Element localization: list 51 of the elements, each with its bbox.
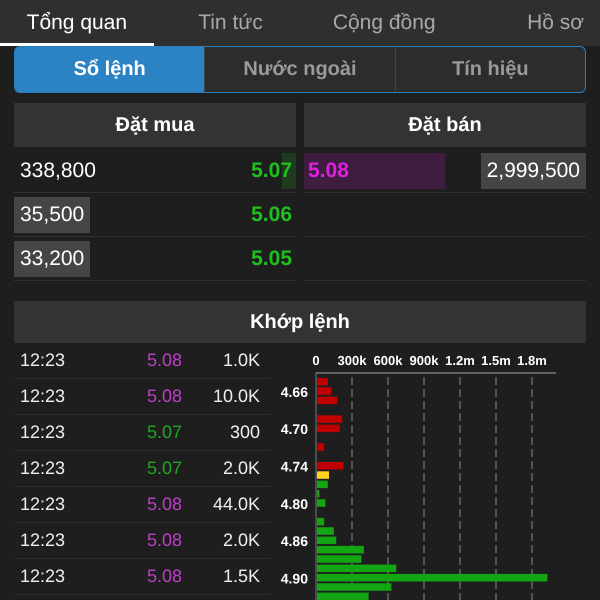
trade-time: 12:23 (20, 350, 66, 371)
axis-tick-label: 4.66 (280, 384, 308, 400)
trade-time: 12:23 (20, 530, 66, 551)
nav-tab[interactable]: Tin tức (154, 2, 308, 46)
trade-price: 5.07 (146, 458, 182, 479)
axis-tick-label: 600k (374, 353, 402, 368)
trade-volume: 300 (230, 422, 260, 443)
buy-header: Đặt mua (14, 103, 296, 147)
axis-tick-label: 300k (338, 353, 366, 368)
axis-tick-label: 4.80 (280, 496, 308, 512)
axis-tick-label: 1.8m (517, 353, 547, 368)
matched-header: Khớp lệnh (14, 301, 586, 343)
bid-volume: 338,800 (19, 158, 97, 184)
trade-time: 12:23 (20, 386, 66, 407)
ask-volume: 2,999,500 (480, 152, 586, 188)
trade-volume: 10.0K (212, 386, 260, 407)
nav-tab[interactable]: Hồ sơ (461, 2, 600, 46)
bid-price: 5.07 (250, 158, 293, 182)
trade-price: 5.07 (146, 422, 182, 443)
trade-price: 5.08 (146, 386, 182, 407)
trade-price: 5.08 (146, 350, 182, 371)
axis-tick-label: 1.2m (445, 353, 475, 368)
bid-volume: 35,500 (14, 196, 90, 232)
axis-tick-label: 0 (312, 353, 320, 368)
axis-tick-label: 4.90 (280, 570, 308, 586)
trade-volume: 1.0K (222, 350, 260, 371)
trade-volume: 44.0K (212, 494, 260, 515)
axis-tick-label: 4.70 (280, 421, 308, 438)
trade-time: 12:23 (20, 494, 66, 515)
trade-volume: 1.5K (222, 566, 260, 587)
bid-volume: 33,200 (14, 240, 90, 276)
segment-tab[interactable]: Tín hiệu (394, 47, 585, 92)
trade-price: 5.08 (146, 530, 182, 551)
trade-price: 5.08 (146, 566, 182, 587)
bid-price: 5.05 (250, 246, 293, 270)
segment-tab[interactable]: Sổ lệnh (15, 47, 204, 92)
trade-time: 12:23 (20, 566, 66, 587)
trade-time: 12:23 (20, 458, 66, 479)
trade-price: 5.08 (146, 494, 182, 515)
axis-tick-label: 4.74 (280, 458, 308, 474)
nav-tab[interactable]: Cộng đồng (307, 2, 462, 46)
axis-tick-label: 4.86 (280, 533, 308, 550)
sell-header: Đặt bán (304, 103, 586, 147)
trade-volume: 2.0K (222, 458, 260, 479)
trade-volume: 2.0K (222, 530, 260, 551)
segment-tab[interactable]: Nước ngoài (204, 47, 395, 92)
axis-tick-label: 900k (410, 353, 438, 368)
axis-tick-label: 1.5m (481, 353, 511, 368)
bid-price: 5.06 (250, 202, 293, 226)
trade-time: 12:23 (20, 422, 66, 443)
ask-price: 5.08 (307, 158, 350, 182)
